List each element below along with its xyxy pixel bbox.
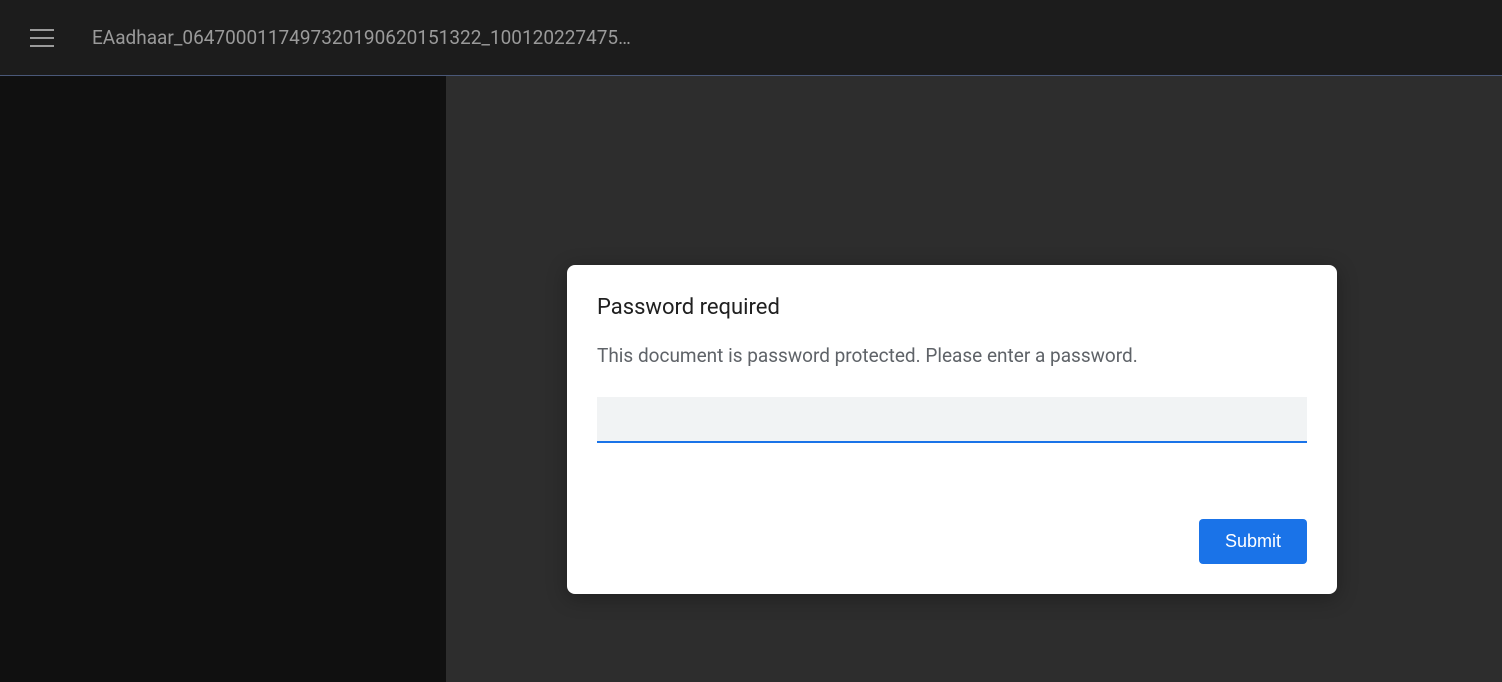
document-title: EAadhaar_064700011749732019062015132​2_1… [92,26,631,49]
dialog-footer: Submit [597,519,1307,564]
password-input[interactable] [597,397,1307,443]
main-content: Password required This document is passw… [0,76,1502,682]
sidebar [0,76,446,682]
dialog-message: This document is password protected. Ple… [597,344,1307,367]
submit-button[interactable]: Submit [1199,519,1307,564]
header-bar: EAadhaar_064700011749732019062015132​2_1… [0,0,1502,76]
pdf-viewer-area: Password required This document is passw… [446,76,1502,682]
dialog-title: Password required [597,295,1307,320]
password-dialog: Password required This document is passw… [567,265,1337,594]
hamburger-menu-icon[interactable] [30,29,54,47]
